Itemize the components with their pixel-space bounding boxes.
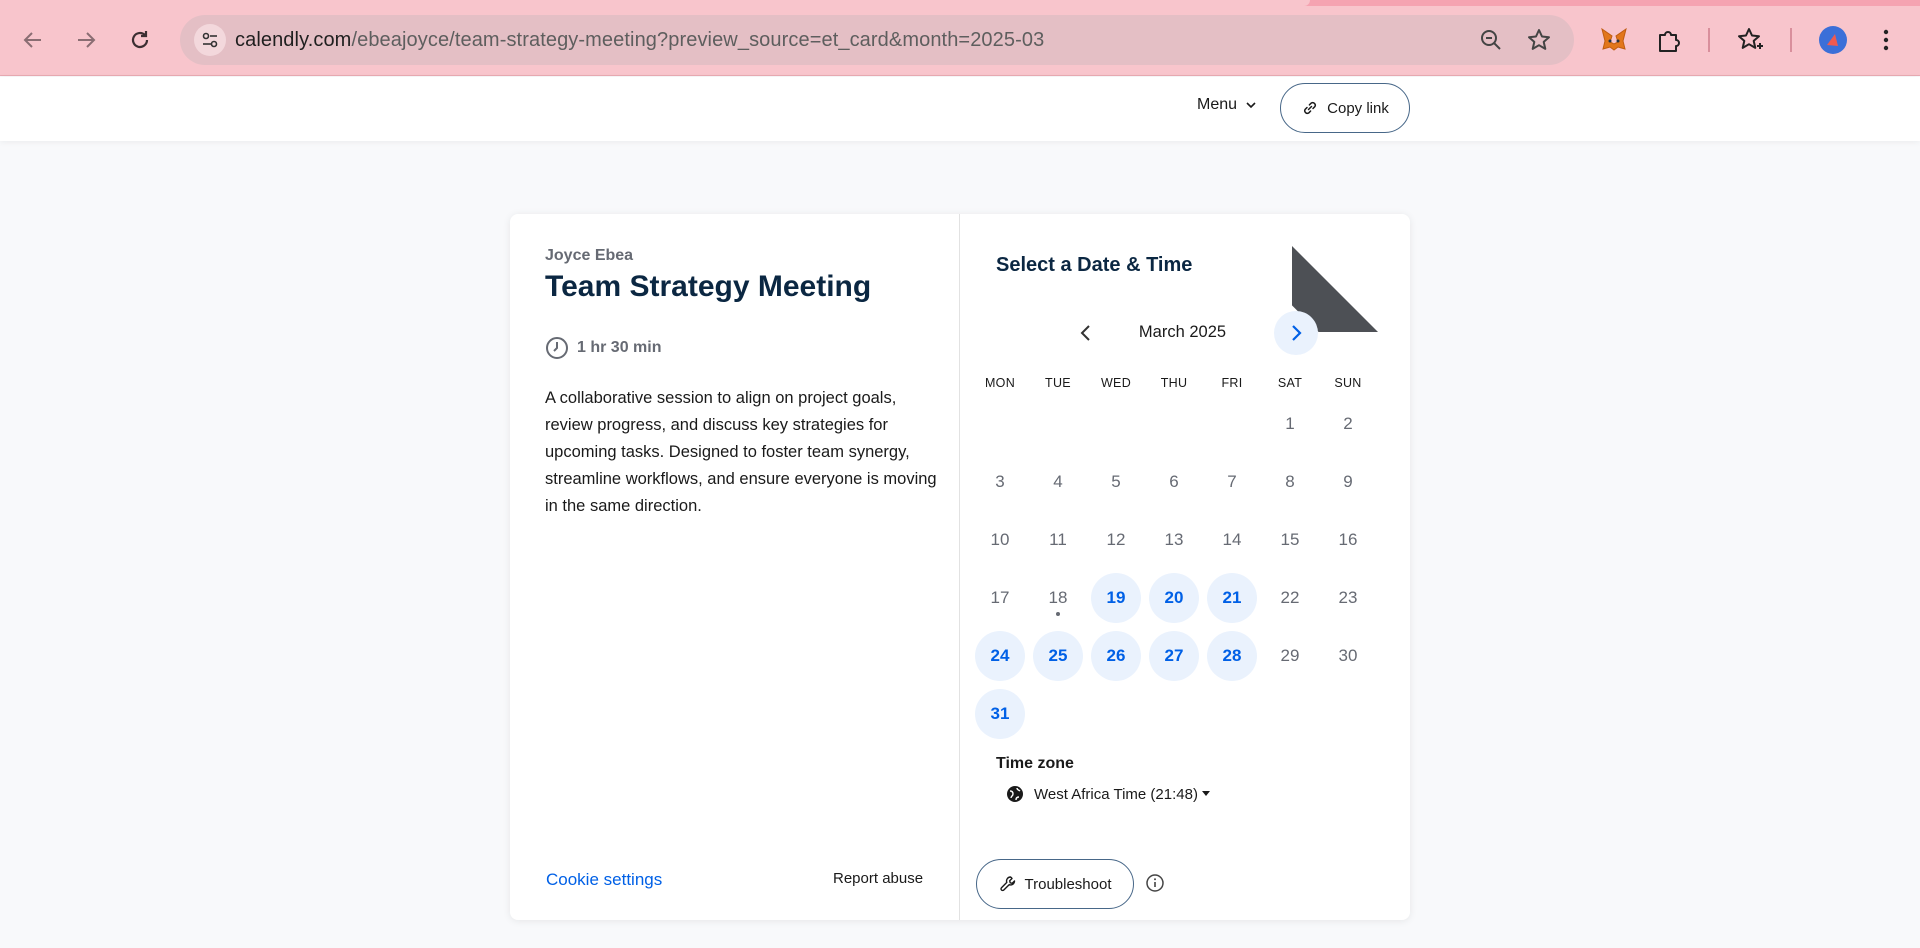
calendar-day-available[interactable]: 25 [1033,631,1083,681]
next-month-button[interactable] [1274,311,1318,355]
browser-toolbar: calendly.com/ebeajoyce/team-strategy-mee… [0,0,1920,76]
calendar-day: 7 [1227,472,1237,491]
event-title: Team Strategy Meeting [545,270,872,303]
calendar-day: 15 [1280,530,1300,549]
weekday-header-sat: SAT [1277,376,1303,390]
calendar-day: 16 [1338,530,1358,549]
active-tab[interactable] [0,0,1310,6]
url-path: /ebeajoyce/team-strategy-meeting?preview… [351,29,1045,51]
previous-month-button[interactable] [1068,315,1104,351]
reload-icon[interactable] [124,24,156,56]
timezone-selector[interactable]: West Africa Time (21:48) [1006,785,1210,803]
current-month: March 2025 [1138,323,1227,341]
calendar-day-available[interactable]: 28 [1207,631,1257,681]
date-picker-pane: Select a Date & Time POWERED BY Calendly… [960,214,1410,920]
calendar-day: 1 [1285,414,1295,433]
calendar-day: 5 [1111,472,1121,491]
metamask-extension-icon[interactable] [1598,24,1630,56]
weekday-header-sun: SUN [1334,376,1362,390]
chevron-left-icon [1080,325,1090,341]
profile-avatar-icon[interactable] [1817,24,1849,56]
globe-icon [1007,786,1023,802]
toolbar-divider [1708,28,1710,52]
calendar-day-available[interactable]: 24 [975,631,1025,681]
weekday-header-mon: MON [984,376,1016,390]
event-details-pane: Joyce Ebea Team Strategy Meeting 1 hr 30… [510,214,960,920]
duration-label: 1 hr 30 min [577,339,662,356]
today-indicator [1056,612,1060,616]
calendar-day: 3 [995,472,1005,491]
troubleshoot-label: Troubleshoot [1024,875,1112,893]
bookmarks-star-icon[interactable] [1735,24,1767,56]
url-text[interactable]: calendly.com/ebeajoyce/team-strategy-mee… [235,29,1044,52]
calendar-day: 2 [1343,414,1353,433]
calendar-day-available[interactable]: 19 [1091,573,1141,623]
weekday-header-wed: WED [1100,376,1132,390]
calendar-day: 18 [1033,573,1083,623]
menu-label: Menu [1197,96,1238,113]
info-icon[interactable] [1145,873,1167,895]
calendar-day: 30 [1338,646,1358,665]
back-icon[interactable] [17,24,49,56]
extensions-puzzle-icon[interactable] [1652,24,1684,56]
timezone-value: West Africa Time (21:48) [1034,785,1198,803]
toolbar-divider [1790,28,1792,52]
calendar-day: 4 [1053,472,1063,491]
wrench-icon [999,876,1015,892]
link-icon [1304,101,1317,115]
month-navigation: March 2025 [960,311,1410,355]
report-abuse-link[interactable]: Report abuse [833,870,923,887]
calendar-day: 22 [1280,588,1300,607]
calendar-day: 13 [1164,530,1184,549]
calendar-day-available[interactable]: 27 [1149,631,1199,681]
timezone-title: Time zone [996,755,1074,772]
troubleshoot-button[interactable]: Troubleshoot [976,859,1134,909]
calendar-day-available[interactable]: 21 [1207,573,1257,623]
calendar-day-available[interactable]: 31 [975,689,1025,739]
weekday-header-tue: TUE [1045,376,1071,390]
calendar-day: 6 [1169,472,1179,491]
clock-icon [546,337,568,359]
zoom-icon[interactable] [1478,27,1504,53]
event-description: A collaborative session to align on proj… [545,389,937,515]
tab-strip [0,0,1920,6]
booking-card: Joyce Ebea Team Strategy Meeting 1 hr 30… [510,214,1410,920]
caret-down-icon [1201,791,1210,796]
calendar-day: 17 [990,588,1010,607]
site-info-icon[interactable] [194,24,226,56]
event-duration: 1 hr 30 min [545,336,661,360]
forward-icon[interactable] [70,24,102,56]
badge-text: POWERED BY Calendly [1341,214,1410,279]
menu-button[interactable]: Menu [1197,96,1257,114]
url-host: calendly.com [235,29,352,51]
calendar-day: 9 [1343,472,1353,491]
select-date-title: Select a Date & Time [996,254,1193,276]
calendar-day-available[interactable]: 20 [1149,573,1199,623]
calendar-day: 10 [990,530,1010,549]
weekday-header-fri: FRI [1221,376,1243,390]
bookmark-star-icon[interactable] [1526,27,1552,53]
calendar-day-available[interactable]: 26 [1091,631,1141,681]
calendar-day: 8 [1285,472,1295,491]
calendar-day: 12 [1106,530,1126,549]
kebab-menu-icon[interactable] [1870,24,1902,56]
calendar-day: 23 [1338,588,1358,607]
copy-link-button[interactable]: Copy link [1280,83,1410,133]
host-name: Joyce Ebea [545,247,634,264]
calendar-day: 11 [1049,530,1067,549]
chevron-right-icon [1292,325,1302,341]
calendar-day: 29 [1280,646,1300,665]
page-header: Menu Copy link [0,77,1920,141]
weekday-header-thu: THU [1160,376,1188,390]
cookie-settings-link[interactable]: Cookie settings [546,870,662,890]
address-bar[interactable]: calendly.com/ebeajoyce/team-strategy-mee… [180,15,1574,65]
chevron-down-icon [1246,102,1256,109]
calendar-day: 14 [1222,530,1242,549]
copy-link-label: Copy link [1327,99,1389,117]
